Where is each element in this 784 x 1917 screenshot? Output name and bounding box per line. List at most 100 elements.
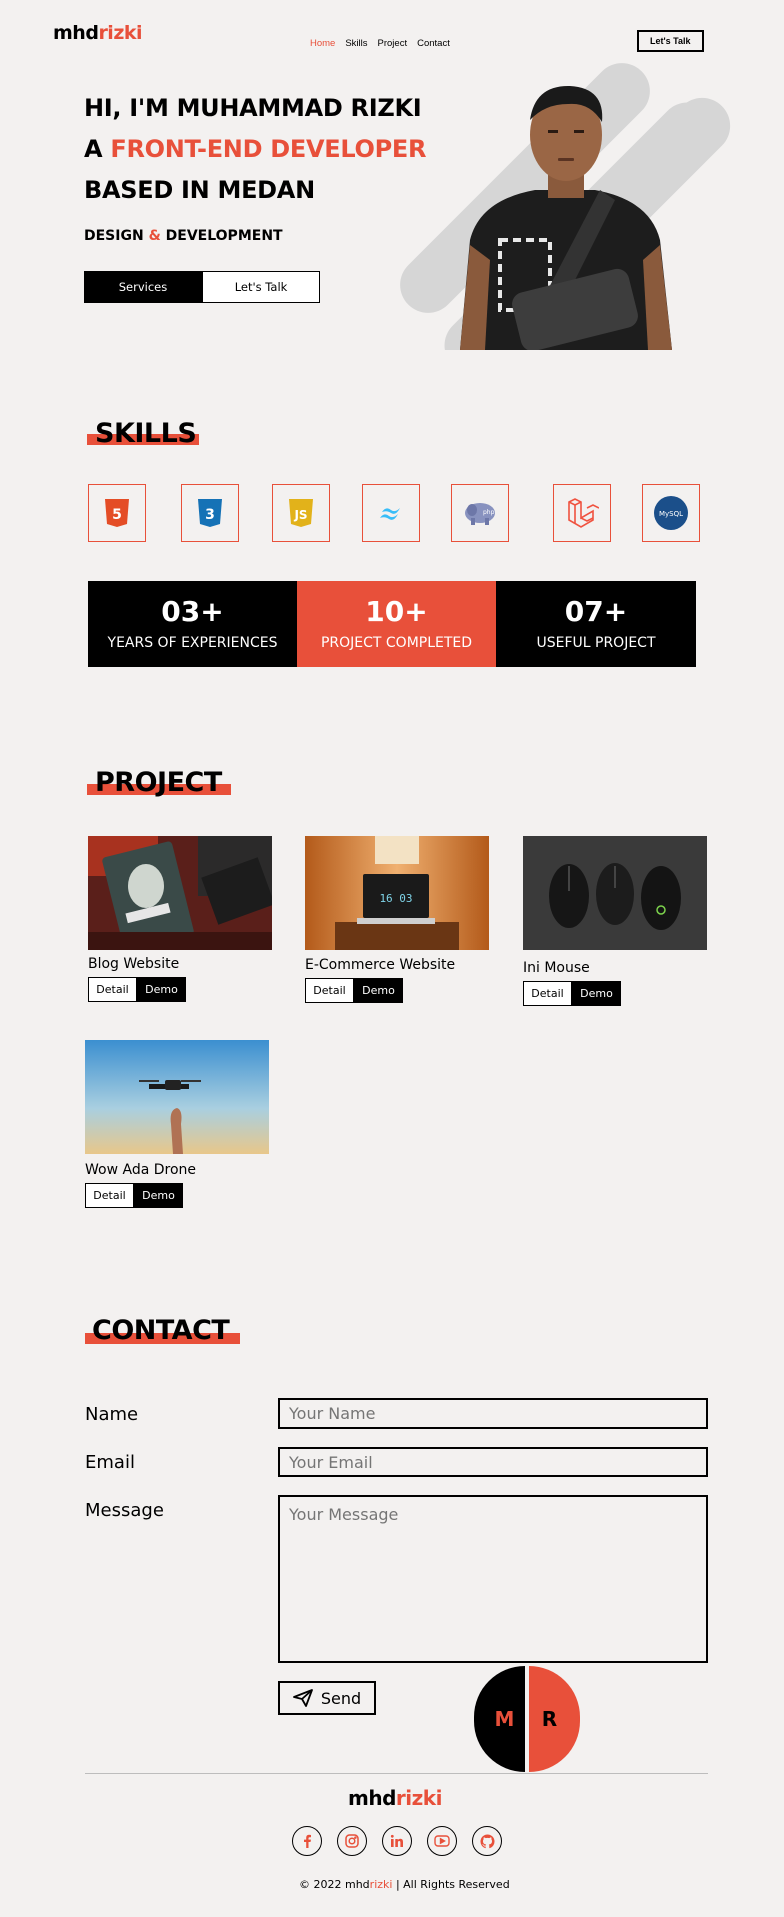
project-card-ecommerce: 16 03 E-Commerce Website Detail Demo	[305, 836, 489, 1003]
skill-html5: 5	[88, 484, 146, 542]
footer-logo-mhd: mhd	[348, 1786, 396, 1810]
project-buttons: Detail Demo	[85, 1183, 269, 1208]
stat-useful: 07+ USEFUL PROJECT	[496, 581, 696, 667]
logo-part-mhd: mhd	[53, 22, 99, 44]
project-title-blog: Blog Website	[88, 956, 180, 972]
message-textarea[interactable]	[278, 1495, 708, 1663]
copyright: © 2022 mhdrizki | All Rights Reserved	[299, 1878, 510, 1891]
nav-link-contact[interactable]: Contact	[417, 38, 450, 49]
project-buttons: Detail Demo	[305, 978, 489, 1003]
mouse-image	[523, 836, 707, 950]
project-thumbnail[interactable]	[85, 1040, 269, 1154]
demo-button[interactable]: Demo	[572, 981, 621, 1006]
detail-button[interactable]: Detail	[305, 978, 354, 1003]
youtube-icon	[434, 1835, 450, 1847]
project-thumbnail[interactable]	[88, 836, 272, 950]
html5-icon: 5	[105, 499, 129, 527]
social-links	[292, 1826, 502, 1856]
nav-link-home[interactable]: Home	[310, 38, 335, 49]
email-input[interactable]	[278, 1447, 708, 1477]
copyright-prefix: © 2022 mhd	[299, 1878, 370, 1891]
youtube-link[interactable]	[427, 1826, 457, 1856]
stat-completed: 10+ PROJECT COMPLETED	[297, 581, 496, 667]
nav-link-project[interactable]: Project	[378, 38, 408, 49]
github-icon	[479, 1833, 495, 1848]
laptop-clock: 16 03	[379, 892, 412, 905]
demo-button[interactable]: Demo	[354, 978, 403, 1003]
skill-javascript: JS	[272, 484, 330, 542]
services-button[interactable]: Services	[84, 271, 202, 303]
drone-image	[85, 1040, 269, 1154]
stats-bar: 03+ YEARS OF EXPERIENCES 10+ PROJECT COM…	[88, 581, 696, 667]
github-link[interactable]	[472, 1826, 502, 1856]
demo-button[interactable]: Demo	[134, 1183, 183, 1208]
skill-mysql: MySQL	[642, 484, 700, 542]
contact-title: CONTACT	[92, 1315, 230, 1346]
project-title-drone: Wow Ada Drone	[85, 1162, 197, 1178]
project-buttons: Detail Demo	[88, 977, 272, 1002]
project-title: PROJECT	[95, 767, 222, 798]
mr-right-half: R	[529, 1666, 580, 1772]
hero-greeting: HI, I'M MUHAMMAD RIZKI	[84, 94, 422, 122]
copyright-suffix: | All Rights Reserved	[392, 1878, 510, 1891]
linkedin-link[interactable]	[382, 1826, 412, 1856]
footer-logo-rizki: rizki	[395, 1786, 443, 1810]
project-card-mouse: Ini Mouse Detail Demo	[523, 836, 707, 1006]
php-icon: php	[465, 503, 495, 525]
stat-useful-number: 07+	[564, 594, 628, 628]
facebook-icon	[304, 1834, 311, 1848]
hero-role-title: FRONT-END DEVELOPER	[110, 135, 427, 163]
demo-button[interactable]: Demo	[137, 977, 186, 1002]
hero-role: A FRONT-END DEVELOPER	[84, 137, 426, 161]
project-card-blog: Blog Website Detail Demo	[88, 836, 272, 1002]
skills-title: SKILLS	[95, 418, 197, 449]
javascript-icon: JS	[289, 499, 313, 527]
message-label: Message	[85, 1500, 164, 1521]
tagline-amp: &	[148, 228, 161, 244]
svg-text:MySQL: MySQL	[659, 510, 683, 518]
stat-years: 03+ YEARS OF EXPERIENCES	[88, 581, 297, 667]
mr-letter-m: M	[494, 1707, 515, 1731]
mr-left-half: M	[474, 1666, 525, 1772]
project-thumbnail[interactable]	[523, 836, 707, 950]
hero-location: BASED IN MEDAN	[84, 176, 315, 204]
hero-lets-talk-button[interactable]: Let's Talk	[202, 271, 320, 303]
hero-portrait-area	[380, 60, 750, 350]
footer-logo[interactable]: mhdrizki	[348, 1786, 442, 1810]
hero-role-prefix: A	[84, 135, 111, 163]
tailwind-icon	[380, 508, 400, 520]
skill-tailwind	[362, 484, 420, 542]
instagram-link[interactable]	[337, 1826, 367, 1856]
blog-book-image	[88, 836, 272, 950]
tagline-design: DESIGN	[84, 228, 149, 244]
svg-text:3: 3	[205, 507, 215, 523]
skill-css3: 3	[181, 484, 239, 542]
svg-text:5: 5	[112, 507, 122, 523]
ecommerce-laptop-image: 16 03	[305, 836, 489, 950]
portrait-photo	[460, 85, 672, 350]
nav-lets-talk-button[interactable]: Let's Talk	[637, 30, 704, 52]
project-thumbnail[interactable]: 16 03	[305, 836, 489, 950]
stat-useful-label: USEFUL PROJECT	[536, 634, 656, 651]
project-title-mouse: Ini Mouse	[523, 960, 590, 976]
send-button[interactable]: Send	[278, 1681, 376, 1715]
instagram-icon	[345, 1834, 359, 1848]
project-card-drone: Wow Ada Drone Detail Demo	[85, 1040, 269, 1208]
footer-divider	[85, 1773, 708, 1774]
project-title-ecommerce: E-Commerce Website	[305, 957, 456, 973]
detail-button[interactable]: Detail	[85, 1183, 134, 1208]
email-label: Email	[85, 1452, 135, 1473]
mr-logo-badge: M R	[474, 1666, 580, 1772]
facebook-link[interactable]	[292, 1826, 322, 1856]
skill-php: php	[451, 484, 509, 542]
hero-buttons: Services Let's Talk	[84, 271, 320, 303]
logo-part-rizki: rizki	[98, 22, 143, 44]
name-input[interactable]	[278, 1398, 708, 1429]
hero-tagline: DESIGN & DEVELOPMENT	[84, 228, 283, 244]
tagline-development: DEVELOPMENT	[160, 228, 283, 244]
detail-button[interactable]: Detail	[88, 977, 137, 1002]
detail-button[interactable]: Detail	[523, 981, 572, 1006]
brand-logo[interactable]: mhdrizki	[53, 22, 143, 44]
nav-link-skills[interactable]: Skills	[345, 38, 367, 49]
stat-years-label: YEARS OF EXPERIENCES	[107, 634, 278, 651]
